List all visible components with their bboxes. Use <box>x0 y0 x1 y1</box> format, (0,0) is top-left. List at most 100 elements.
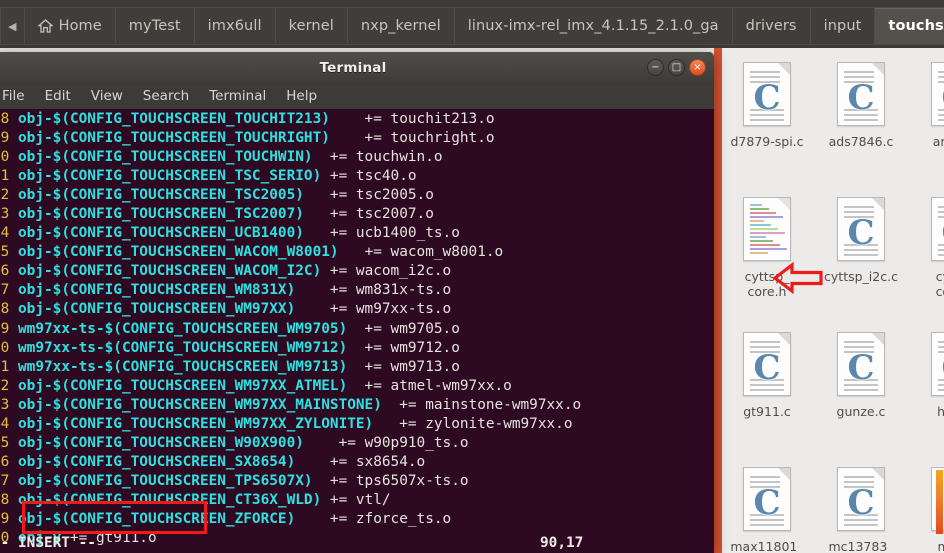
screen: ◀ Home myTest imx6ull kernel nxp_kernel … <box>0 0 944 553</box>
makefile-variable: obj-$(CONFIG_TOUCHSCREEN_TSC_SERIO) <box>18 168 322 185</box>
makefile-variable: obj-$(CONFIG_TOUCHSCREEN_TOUCHIT213) <box>18 111 330 127</box>
file-item[interactable]: mc13ts <box>910 459 944 553</box>
c-source-file-icon: C <box>927 195 944 265</box>
home-icon <box>37 19 53 33</box>
line-number: 84 <box>0 415 10 432</box>
c-source-file-icon: C <box>739 330 795 400</box>
file-item[interactable]: Cmc13783_ts.c <box>816 459 906 553</box>
menu-search[interactable]: Search <box>133 88 199 104</box>
makefile-value: += mainstone-wm97xx.o <box>381 396 582 413</box>
line-number: 85 <box>0 434 10 451</box>
breadcrumb-item-kernel[interactable]: kernel <box>276 8 348 44</box>
makefile-variable: wm97xx-ts-$(CONFIG_TOUCHSCREEN_WM9713) <box>18 358 348 375</box>
line-number: 75 <box>0 244 10 261</box>
breadcrumb-item-linux-imx[interactable]: linux-imx-rel_imx_4.1.15_2.1.0_ga <box>455 8 733 44</box>
terminal-line: 70 obj-$(CONFIG_TOUCHSCREEN_TOUCHWIN) +=… <box>0 148 714 167</box>
menu-view[interactable]: View <box>81 88 133 104</box>
menu-edit[interactable]: Edit <box>35 88 81 104</box>
makefile-variable: obj-$(CONFIG_TOUCHSCREEN_SX8654) <box>18 453 296 470</box>
close-icon[interactable]: × <box>689 59 706 76</box>
breadcrumb-item-mytest[interactable]: myTest <box>116 8 195 44</box>
makefile-variable: obj-$(CONFIG_TOUCHSCREEN_WACOM_I2C) <box>18 263 322 280</box>
makefile-value: += touchwin.o <box>312 149 443 166</box>
c-letter-glyph: C <box>847 78 875 118</box>
makefile-value: += tsc2007.o <box>303 206 434 223</box>
breadcrumb-item-home[interactable]: Home <box>25 8 116 44</box>
file-item[interactable]: Car1021c <box>910 54 944 189</box>
text-file-accent-bar <box>936 470 943 534</box>
terminal-titlebar[interactable]: Terminal − □ × <box>0 52 714 83</box>
makefile-value: += touchit213.o <box>329 111 495 127</box>
makefile-variable: obj-$(CONFIG_TOUCHSCREEN_WM831X) <box>18 282 296 299</box>
breadcrumb-item-touchscreen[interactable]: touchscreen <box>875 8 944 44</box>
file-name-label: d7879-spi.c <box>730 134 804 149</box>
breadcrumb-prev-button[interactable]: ◀ <box>1 8 25 44</box>
unity-launcher-edge <box>714 48 722 553</box>
makefile-value: += w90p910_ts.o <box>303 434 469 451</box>
makefile-value: += wacom_i2c.o <box>321 263 452 280</box>
breadcrumb-item-label: Home <box>58 18 102 34</box>
file-name-label: hampc <box>937 404 944 419</box>
makefile-value: += wm9705.o <box>347 320 460 337</box>
file-item[interactable]: Cgt911.c <box>722 324 812 459</box>
breadcrumb-item-label: nxp_kernel <box>360 18 441 34</box>
menu-terminal[interactable]: Terminal <box>199 88 276 104</box>
breadcrumb-item-input[interactable]: input <box>811 8 876 44</box>
makefile-variable: obj-$(CONFIG_TOUCHSCREEN_UCB1400) <box>18 225 304 242</box>
file-item[interactable]: Cads7846.c <box>816 54 906 189</box>
file-item[interactable]: Ccyttspcomm <box>910 189 944 324</box>
vim-buffer: 68 obj-$(CONFIG_TOUCHSCREEN_TOUCHIT213) … <box>0 110 714 548</box>
makefile-variable: obj-$(CONFIG_TOUCHSCREEN_TPS6507X) <box>18 472 313 489</box>
file-item[interactable]: cyttsp_ core.h <box>722 189 812 324</box>
c-letter-glyph: C <box>932 351 944 385</box>
maximize-icon[interactable]: □ <box>668 59 685 76</box>
makefile-value: += touchright.o <box>329 130 495 147</box>
terminal-title: Terminal <box>319 59 387 76</box>
terminal-line: 72 obj-$(CONFIG_TOUCHSCREEN_TSC2005) += … <box>0 186 714 205</box>
line-number: 78 <box>0 301 10 318</box>
menu-help[interactable]: Help <box>276 88 327 104</box>
c-source-file-icon: C <box>927 60 944 130</box>
minimize-icon[interactable]: − <box>647 59 664 76</box>
c-letter-glyph: C <box>932 216 944 250</box>
line-number: 69 <box>0 130 10 147</box>
makefile-value: += wacom_w8001.o <box>338 244 504 261</box>
breadcrumb-bar: ◀ Home myTest imx6ull kernel nxp_kernel … <box>0 0 944 48</box>
file-item[interactable]: Cd7879-spi.c <box>722 54 812 189</box>
makefile-variable: obj-$(CONFIG_TOUCHSCREEN_WM97XX_ZYLONITE… <box>18 415 374 432</box>
makefile-variable: obj-$(CONFIG_TOUCHSCREEN_WM97XX) <box>18 301 296 318</box>
breadcrumb-item-label: drivers <box>745 18 797 34</box>
line-number: 81 <box>0 358 10 375</box>
terminal-line: 81 wm97xx-ts-$(CONFIG_TOUCHSCREEN_WM9713… <box>0 358 714 377</box>
c-source-file-icon: C <box>833 195 889 265</box>
line-number: 79 <box>0 320 10 337</box>
file-name-label: ar1021c <box>932 134 944 149</box>
breadcrumb-item-drivers[interactable]: drivers <box>733 8 811 44</box>
breadcrumb-item-nxp-kernel[interactable]: nxp_kernel <box>348 8 455 44</box>
makefile-value: += tps6507x-ts.o <box>312 472 469 489</box>
file-name-label: gunze.c <box>836 404 886 419</box>
terminal-menubar: File Edit View Search Terminal Help <box>0 83 714 109</box>
text-file-icon <box>927 465 944 535</box>
breadcrumb-item-label: myTest <box>128 18 181 34</box>
c-letter-glyph: C <box>932 81 944 115</box>
c-source-file-icon: C <box>833 465 889 535</box>
makefile-value: += sx8654.o <box>295 453 426 470</box>
line-number: 71 <box>0 168 10 185</box>
file-grid: Cd7879-spi.cCads7846.cCar1021ccyttsp_cor… <box>722 48 944 553</box>
breadcrumb-item-label: imx6ull <box>207 18 262 34</box>
file-item[interactable]: Cgunze.c <box>816 324 906 459</box>
file-item[interactable]: Cmax11801_ts.c <box>722 459 812 553</box>
c-source-file-icon: C <box>833 330 889 400</box>
file-item[interactable]: Ccyttsp_i2c.c <box>816 189 906 324</box>
makefile-variable: wm97xx-ts-$(CONFIG_TOUCHSCREEN_WM9705) <box>18 320 348 337</box>
c-letter-glyph: C <box>753 348 781 388</box>
file-item[interactable]: Champc <box>910 324 944 459</box>
menu-file[interactable]: File <box>0 88 35 104</box>
terminal-screen[interactable]: 68 obj-$(CONFIG_TOUCHSCREEN_TOUCHIT213) … <box>0 109 714 553</box>
file-name-label: mc13ts <box>937 539 944 553</box>
breadcrumb-item-imx6ull[interactable]: imx6ull <box>195 8 276 44</box>
c-letter-glyph: C <box>847 348 875 388</box>
terminal-line: 68 obj-$(CONFIG_TOUCHSCREEN_TOUCHIT213) … <box>0 110 714 129</box>
terminal-line: 87 obj-$(CONFIG_TOUCHSCREEN_TPS6507X) +=… <box>0 472 714 491</box>
